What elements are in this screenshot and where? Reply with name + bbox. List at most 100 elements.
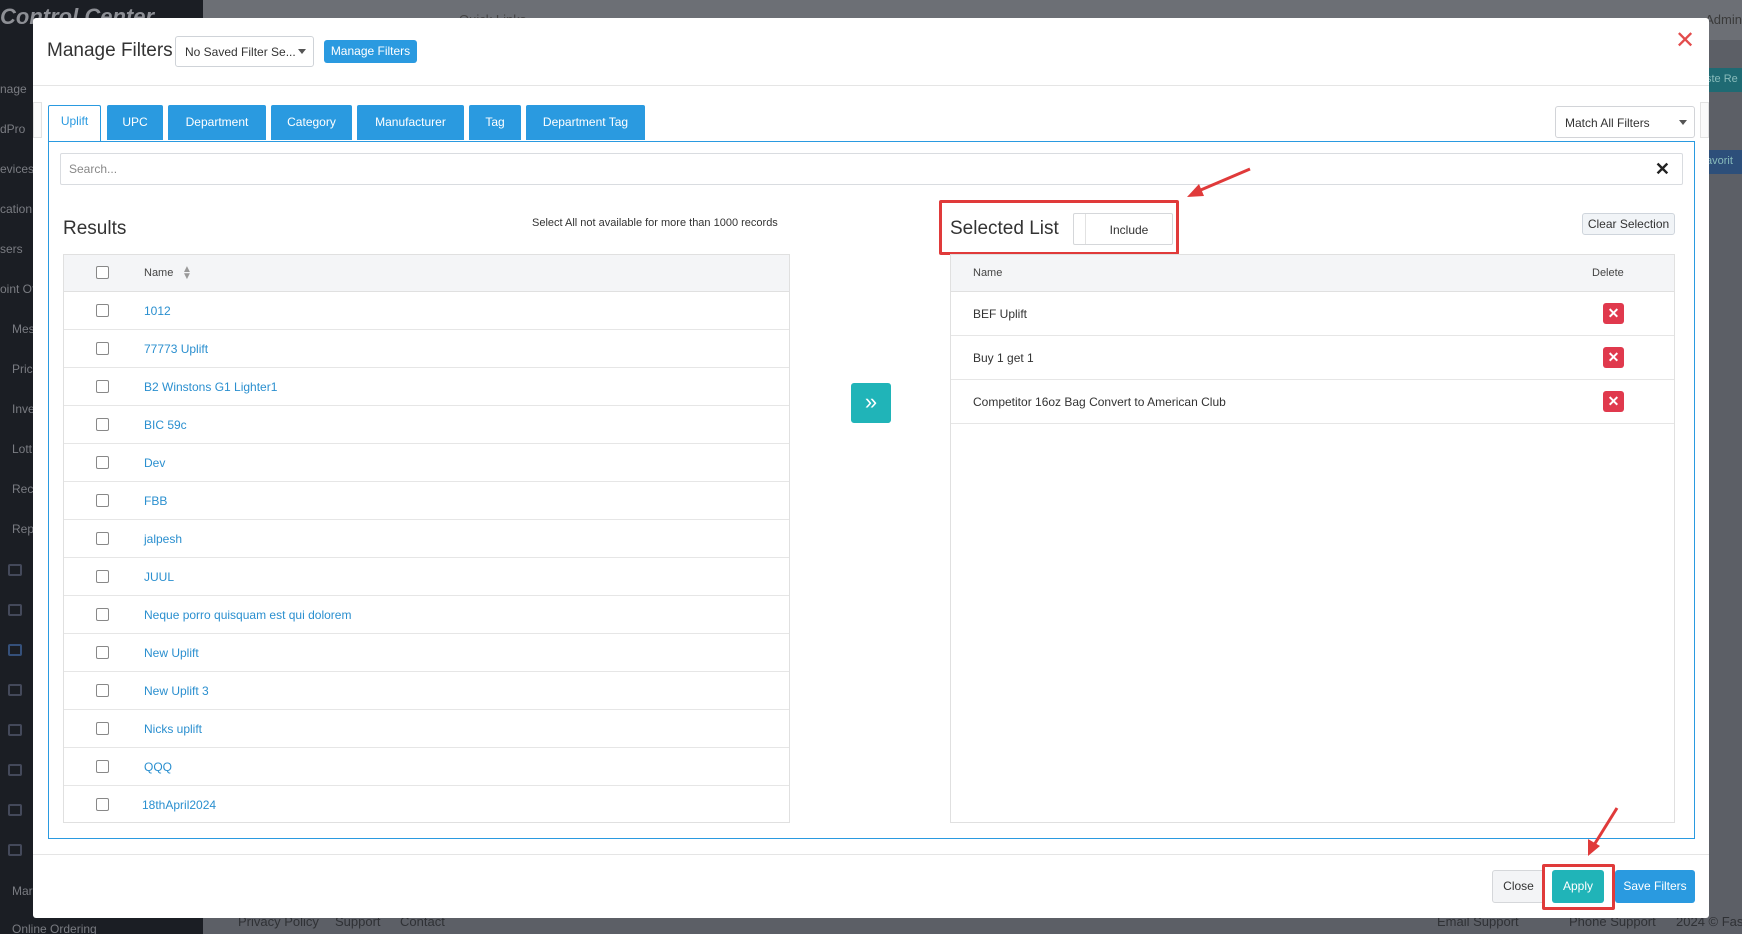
sidebar-item[interactable]: Mar [12,884,33,898]
table-row: FBB [64,482,789,520]
sidebar-item[interactable]: Pric [12,362,33,376]
move-to-selected-button[interactable]: » [851,383,891,423]
table-row: BIC 59c [64,406,789,444]
saved-filter-value: No Saved Filter Se... [185,45,296,59]
chart-icon [8,844,22,856]
column-name: Name [973,267,1003,279]
admin-menu[interactable]: Admin [1705,12,1742,27]
row-link[interactable]: BIC 59c [144,418,187,432]
tab-manufacturer[interactable]: Manufacturer [357,105,464,140]
clear-selection-button[interactable]: Clear Selection [1582,213,1675,235]
row-checkbox[interactable] [96,494,109,507]
search-box: ✕ [60,153,1683,185]
modal-footer-divider [33,854,1709,855]
manage-filters-modal: Manage Filters No Saved Filter Se... Man… [33,18,1709,918]
tab-uplift[interactable]: Uplift [48,105,101,142]
sidebar-item[interactable]: cation [0,202,32,216]
row-link[interactable]: Dev [144,456,165,470]
row-checkbox[interactable] [96,304,109,317]
select-all-checkbox[interactable] [96,266,109,279]
row-checkbox[interactable] [96,684,109,697]
selected-table-header: Name Delete [951,255,1674,292]
row-link[interactable]: 77773 Uplift [144,342,208,356]
row-checkbox[interactable] [96,798,109,811]
row-checkbox[interactable] [96,380,109,393]
row-link[interactable]: JUUL [144,570,174,584]
delete-icon[interactable]: ✕ [1603,391,1624,412]
sidebar-item[interactable]: Inve [12,402,35,416]
row-checkbox[interactable] [96,760,109,773]
row-checkbox[interactable] [96,342,109,355]
row-checkbox[interactable] [96,418,109,431]
calendar-icon [8,724,22,736]
close-button[interactable]: Close [1492,870,1545,903]
tabs-scroll-right[interactable] [1700,102,1709,138]
manage-filters-button[interactable]: Manage Filters [324,40,417,63]
delete-icon[interactable]: ✕ [1603,347,1624,368]
search-input[interactable] [61,154,1682,184]
table-row: Dev [64,444,789,482]
annotation-highlight-selected-list [939,200,1179,255]
chart-icon [8,684,22,696]
row-checkbox[interactable] [96,532,109,545]
row-link[interactable]: New Uplift 3 [144,684,209,698]
column-name[interactable]: Name [144,267,173,279]
sidebar-item[interactable]: evices [0,162,34,176]
row-link[interactable]: 1012 [144,304,171,318]
list-icon [8,804,22,816]
table-row: B2 Winstons G1 Lighter1 [64,368,789,406]
row-checkbox[interactable] [96,722,109,735]
row-link[interactable]: QQQ [144,760,172,774]
save-filters-button[interactable]: Save Filters [1615,870,1695,903]
selected-table: Name Delete BEF Uplift ✕ Buy 1 get 1 ✕ C… [950,254,1675,823]
row-link[interactable]: B2 Winstons G1 Lighter1 [144,380,277,394]
sidebar-item[interactable]: Rep [12,522,34,536]
tab-upc[interactable]: UPC [107,105,163,140]
caret-down-icon [298,49,306,54]
table-row: 77773 Uplift [64,330,789,368]
sidebar-item[interactable]: Mes [12,322,35,336]
selected-row: BEF Uplift ✕ [951,292,1674,336]
selected-item-name: Buy 1 get 1 [973,351,1034,365]
selected-item-name: Competitor 16oz Bag Convert to American … [973,395,1226,409]
sidebar-item[interactable]: dPro [0,122,25,136]
row-checkbox[interactable] [96,608,109,621]
tab-department-tag[interactable]: Department Tag [526,105,645,140]
row-link[interactable]: jalpesh [144,532,182,546]
delete-icon[interactable]: ✕ [1603,303,1624,324]
close-icon[interactable]: ✕ [1675,29,1695,53]
sidebar-item[interactable]: Rec [12,482,33,496]
modal-title: Manage Filters [47,40,173,61]
sidebar-item[interactable]: Lott [12,442,32,456]
table-row: 18thApril2024 [64,786,789,824]
tabs-scroll-left[interactable] [33,102,42,138]
row-checkbox[interactable] [96,570,109,583]
row-link[interactable]: Nicks uplift [144,722,202,736]
table-row: Nicks uplift [64,710,789,748]
saved-filter-select[interactable]: No Saved Filter Se... [175,36,314,67]
sidebar-item[interactable]: sers [0,242,23,256]
sidebar-item[interactable]: nage [0,82,27,96]
clear-search-icon[interactable]: ✕ [1655,160,1670,178]
tab-department[interactable]: Department [168,105,266,140]
sidebar-item-online-ordering[interactable]: Online Ordering [12,922,97,934]
tab-category[interactable]: Category [271,105,352,140]
table-row: QQQ [64,748,789,786]
results-title: Results [63,218,127,239]
tab-tag[interactable]: Tag [469,105,521,140]
table-row: New Uplift 3 [64,672,789,710]
sidebar-item[interactable]: oint Of [0,282,35,296]
selected-row: Competitor 16oz Bag Convert to American … [951,380,1674,424]
card-icon [8,764,22,776]
row-link[interactable]: 18thApril2024 [142,798,216,812]
sort-icon[interactable]: ▲ ▼ [182,265,192,282]
table-row: Neque porro quisquam est qui dolorem [64,596,789,634]
row-checkbox[interactable] [96,646,109,659]
row-link[interactable]: Neque porro quisquam est qui dolorem [144,608,351,622]
chart-icon [8,604,22,616]
row-checkbox[interactable] [96,456,109,469]
row-link[interactable]: FBB [144,494,167,508]
row-link[interactable]: New Uplift [144,646,199,660]
modal-header: Manage Filters No Saved Filter Se... Man… [33,18,1709,86]
match-filters-select[interactable]: Match All Filters [1555,106,1695,138]
